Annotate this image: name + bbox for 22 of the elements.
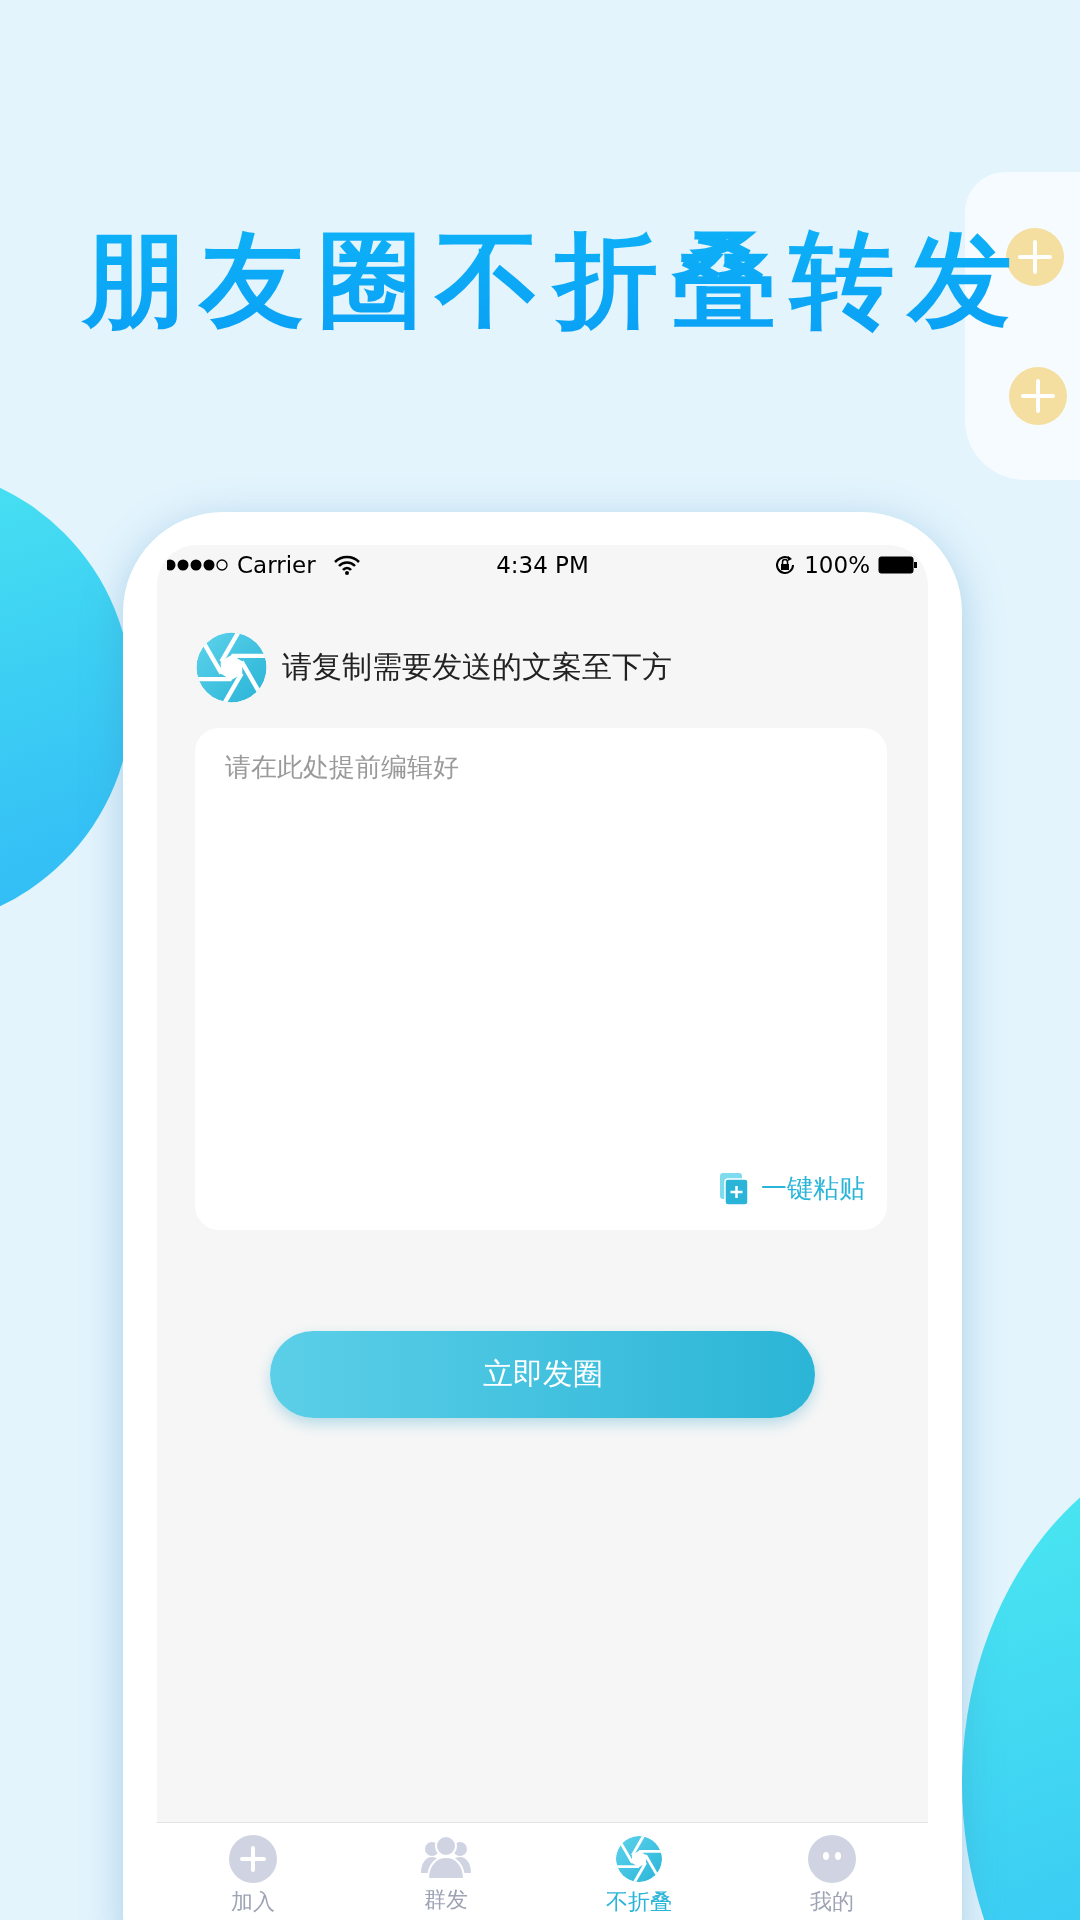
tab-item[interactable]: 我的: [735, 1823, 928, 1920]
tab-item[interactable]: 群发: [349, 1823, 543, 1920]
post-button[interactable]: 立即发圈: [270, 1331, 815, 1418]
battery-icon: [878, 556, 918, 574]
rotation-lock-icon: [774, 554, 797, 576]
tab-item[interactable]: 加入: [157, 1823, 350, 1920]
status-time: 4:34 PM: [496, 552, 589, 578]
copy-icon: [719, 1171, 749, 1206]
face-icon: [807, 1835, 856, 1883]
people-icon: [420, 1835, 473, 1881]
tab-item[interactable]: 不折叠: [542, 1823, 736, 1920]
battery-percent: 100%: [804, 552, 870, 578]
plus-icon: [229, 1835, 278, 1883]
text-input-field[interactable]: 请在此处提前编辑好 一键粘贴: [195, 728, 887, 1230]
plus-icon: [1009, 367, 1067, 425]
signal-icon: [167, 558, 229, 572]
carrier-label: Carrier: [237, 552, 316, 578]
shutter-icon: [614, 1835, 663, 1883]
paste-button[interactable]: 一键粘贴: [719, 1171, 865, 1206]
instruction-text: 请复制需要发送的文案至下方: [282, 648, 672, 686]
shutter-icon: [195, 631, 268, 704]
wifi-icon: [333, 555, 360, 575]
